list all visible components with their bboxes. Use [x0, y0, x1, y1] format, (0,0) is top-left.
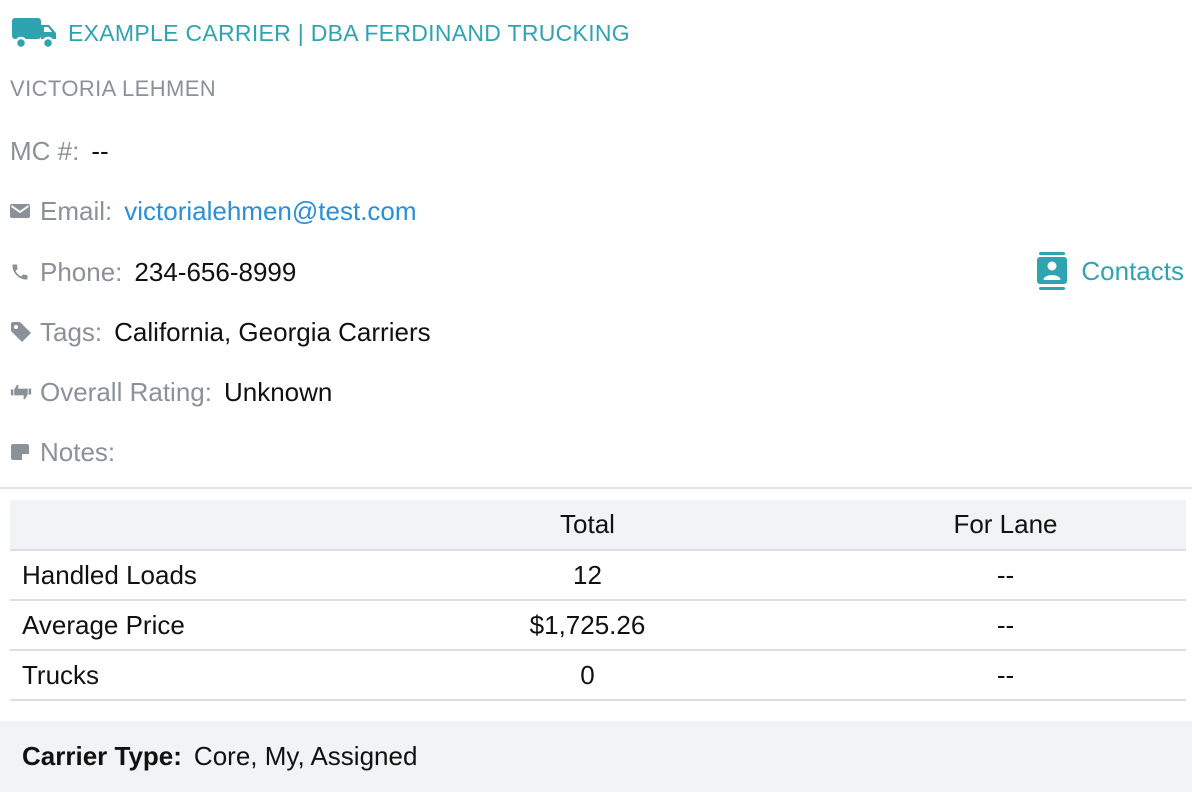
column-header-empty: [10, 500, 350, 551]
rating-value: Unknown: [223, 377, 333, 407]
cell-lane: --: [825, 600, 1186, 651]
tags-label: Tags:: [40, 317, 103, 347]
notes-row: Notes:: [10, 437, 127, 467]
phone-value: 234-656-8999: [134, 257, 297, 287]
contacts-button[interactable]: Contacts: [1037, 252, 1184, 290]
carrier-card: EXAMPLE CARRIER | DBA FERDINAND TRUCKING…: [0, 0, 1192, 792]
note-icon: [10, 441, 32, 463]
phone-row: Phone: 234-656-8999: [10, 257, 296, 287]
carrier-name[interactable]: EXAMPLE CARRIER | DBA FERDINAND TRUCKING: [68, 20, 630, 47]
stats-table: Total For Lane Handled Loads 12 -- Avera…: [10, 500, 1186, 701]
carrier-type-value: Core, My, Assigned: [193, 741, 418, 771]
cell-total: 12: [350, 550, 825, 601]
email-label: Email:: [40, 196, 113, 226]
notes-label: Notes:: [40, 437, 116, 467]
table-row: Average Price $1,725.26 --: [10, 600, 1186, 651]
mc-number-row: MC #: --: [10, 136, 109, 166]
column-header-total: Total: [350, 500, 825, 551]
contact-book-icon: [1037, 252, 1068, 290]
phone-label: Phone:: [40, 257, 123, 287]
column-header-for-lane: For Lane: [825, 500, 1186, 551]
envelope-icon: [10, 200, 32, 222]
carrier-type-bar: Carrier Type: Core, My, Assigned: [0, 721, 1192, 792]
thumbs-icon: [10, 381, 32, 403]
carrier-header[interactable]: EXAMPLE CARRIER | DBA FERDINAND TRUCKING: [12, 16, 630, 50]
contact-name: VICTORIA LEHMEN: [10, 76, 217, 101]
phone-icon: [10, 261, 32, 283]
tags-value: California, Georgia Carriers: [114, 317, 431, 347]
tag-icon: [10, 321, 32, 343]
row-label-average-price: Average Price: [10, 600, 350, 651]
email-link[interactable]: victorialehmen@test.com: [124, 196, 416, 226]
rating-row: Overall Rating: Unknown: [10, 377, 332, 407]
table-row: Handled Loads 12 --: [10, 550, 1186, 601]
email-row: Email: victorialehmen@test.com: [10, 196, 417, 226]
cell-lane: --: [825, 650, 1186, 701]
carrier-type-label: Carrier Type:: [22, 741, 182, 771]
truck-icon: [12, 16, 58, 50]
mc-label: MC #:: [10, 136, 80, 166]
row-label-trucks: Trucks: [10, 650, 350, 701]
row-label-handled-loads: Handled Loads: [10, 550, 350, 601]
cell-lane: --: [825, 550, 1186, 601]
tags-row: Tags: California, Georgia Carriers: [10, 317, 431, 347]
contacts-button-label[interactable]: Contacts: [1081, 256, 1184, 287]
table-row: Trucks 0 --: [10, 650, 1186, 701]
mc-value: --: [91, 136, 109, 166]
section-divider: [0, 487, 1192, 489]
rating-label: Overall Rating:: [40, 377, 212, 407]
cell-total: $1,725.26: [350, 600, 825, 651]
table-header-row: Total For Lane: [10, 500, 1186, 551]
cell-total: 0: [350, 650, 825, 701]
